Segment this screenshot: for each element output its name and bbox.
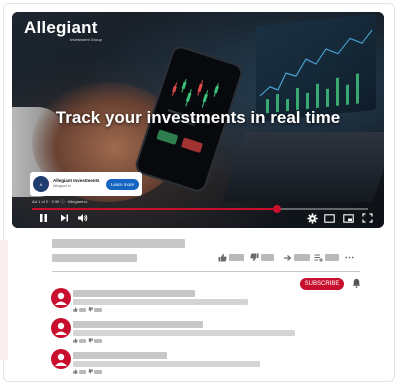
notification-bell-icon[interactable] (352, 278, 361, 288)
comment-text-placeholder (73, 299, 248, 305)
learn-more-button[interactable]: Learn more (105, 178, 139, 190)
like-button[interactable] (218, 253, 244, 262)
save-icon (314, 254, 323, 262)
share-label-placeholder (294, 254, 310, 261)
comment-like-icon[interactable] (73, 307, 78, 312)
comment-like-count-placeholder (79, 339, 86, 343)
comment-author-placeholder (73, 352, 167, 359)
laptop-graphic (222, 132, 384, 202)
subscribe-button[interactable]: SUBSCRIBE (300, 278, 344, 290)
comment-like-count-placeholder (79, 370, 86, 374)
comment-reply-placeholder (94, 370, 102, 374)
volume-icon (77, 214, 87, 222)
theater-mode-icon (323, 213, 335, 223)
dislike-label-placeholder (261, 254, 274, 261)
brand-name: Allegiant (24, 18, 98, 37)
trading-monitor-graphic (256, 13, 376, 123)
miniplayer-button[interactable] (342, 213, 354, 223)
dislike-button[interactable] (250, 253, 274, 262)
user-avatar-icon[interactable] (51, 318, 71, 338)
user-avatar-icon[interactable] (51, 288, 71, 308)
ad-text: Allegiant Investments Allegiant.io (53, 177, 106, 189)
comment-dislike-icon[interactable] (88, 307, 93, 312)
pause-icon (39, 214, 47, 222)
brand-tagline: Investment Group (70, 37, 102, 42)
next-icon (60, 214, 68, 222)
section-divider (52, 271, 360, 272)
comment-author-placeholder (73, 290, 195, 297)
fullscreen-icon (361, 213, 373, 223)
comment-dislike-icon[interactable] (88, 338, 93, 343)
comment-author-placeholder (73, 321, 203, 328)
dislike-icon (250, 253, 259, 262)
user-avatar-icon[interactable] (51, 349, 71, 369)
comment-text-placeholder (73, 361, 260, 367)
comment-reply-placeholder (94, 308, 102, 312)
comment-like-icon[interactable] (73, 369, 78, 374)
share-button[interactable] (283, 253, 310, 262)
play-pause-button[interactable] (38, 213, 48, 223)
advertiser-logo-icon: A (33, 176, 49, 192)
comment-reply-placeholder (94, 339, 102, 343)
share-icon (284, 255, 292, 261)
settings-icon (306, 212, 318, 224)
settings-button[interactable] (306, 212, 318, 224)
video-player[interactable]: Allegiant Investment Group Track your in… (12, 12, 384, 228)
theater-mode-button[interactable] (323, 213, 335, 223)
comment-dislike-icon[interactable] (88, 369, 93, 374)
progress-bar[interactable] (32, 205, 368, 213)
save-label-placeholder (325, 254, 339, 261)
progress-fill (32, 208, 278, 210)
channel-info-placeholder (52, 254, 137, 262)
more-actions-button[interactable] (345, 253, 354, 262)
video-title-placeholder (52, 239, 185, 248)
video-headline: Track your investments in real time (55, 108, 341, 127)
like-count-placeholder (229, 254, 244, 261)
comment-like-icon[interactable] (73, 338, 78, 343)
like-icon (218, 253, 227, 262)
fullscreen-button[interactable] (361, 213, 373, 223)
ad-meta: Ad 1 of 2 · 0:30 ⓘ · Allegiant.io (32, 199, 88, 204)
brand-logo: Allegiant Investment Group (24, 18, 102, 42)
ad-domain: Allegiant.io (53, 184, 71, 189)
ad-overlay-card[interactable]: A Allegiant Investments Allegiant.io Lea… (30, 172, 142, 196)
save-button[interactable] (314, 253, 339, 262)
side-shadow (0, 240, 8, 360)
ad-title: Allegiant Investments (53, 177, 100, 183)
volume-button[interactable] (76, 213, 88, 223)
more-icon (345, 256, 354, 259)
miniplayer-icon (342, 213, 354, 223)
comment-text-placeholder (73, 330, 295, 336)
comment-like-count-placeholder (79, 308, 86, 312)
next-button[interactable] (59, 213, 69, 223)
